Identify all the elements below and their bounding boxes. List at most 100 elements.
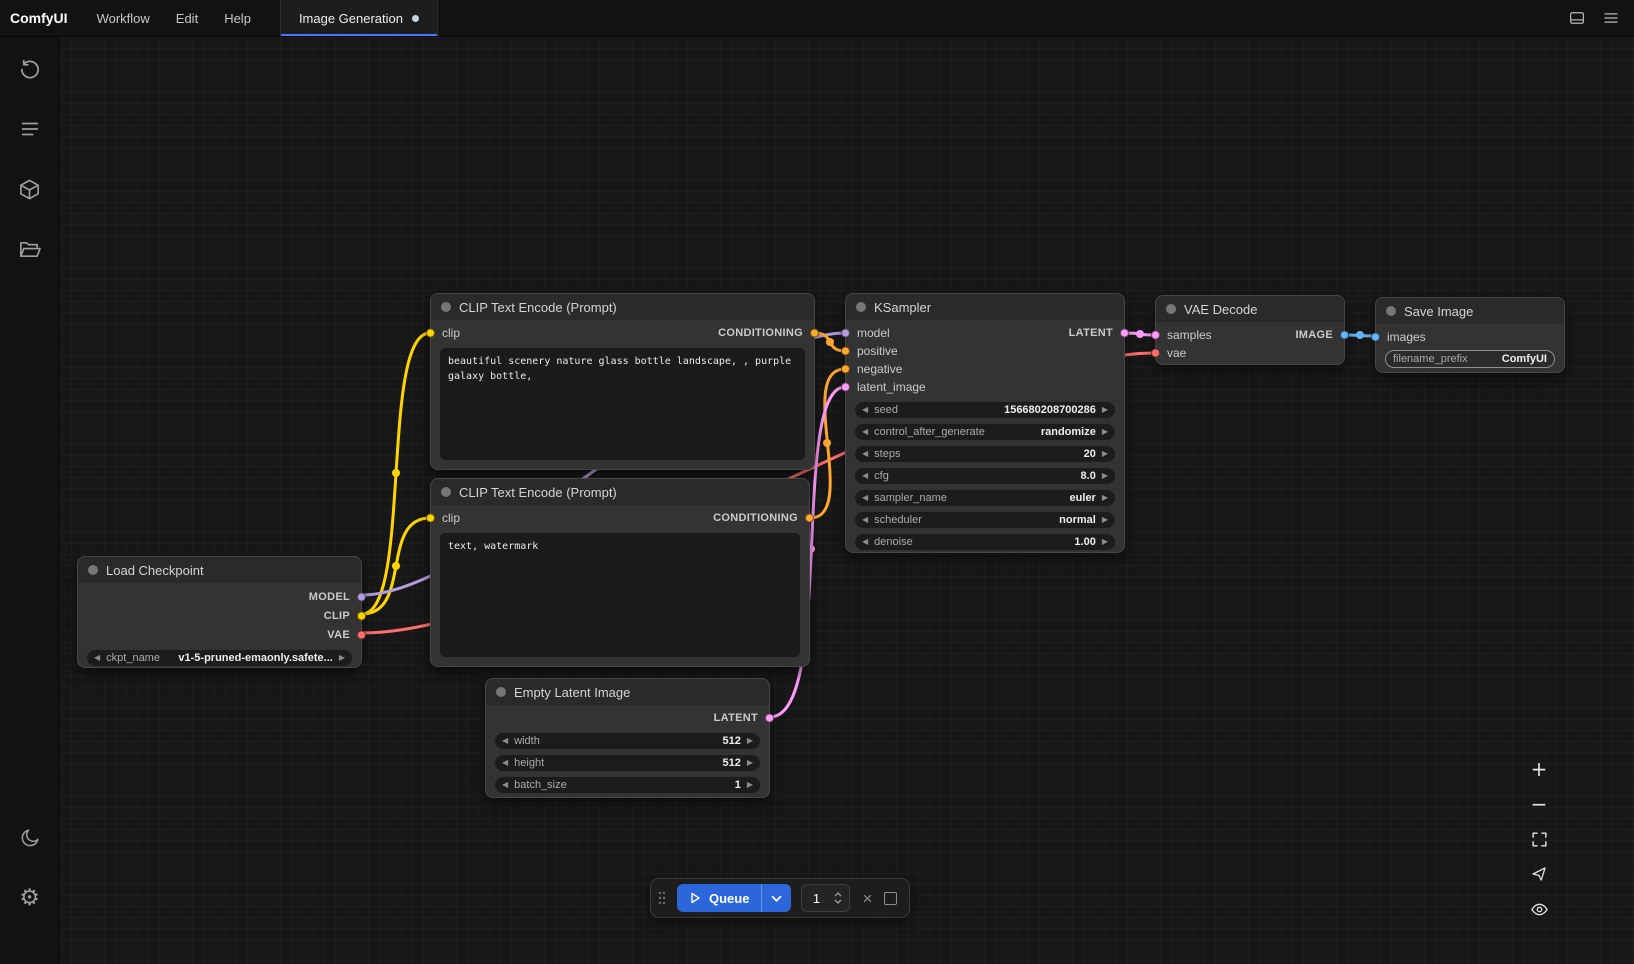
port-conditioning-output[interactable] <box>805 514 814 523</box>
decrement-icon[interactable] <box>834 899 842 904</box>
next-value-arrow-icon[interactable]: ▶ <box>1102 516 1108 524</box>
increment-arrow-icon[interactable]: ▶ <box>747 759 753 767</box>
workflows-folder-icon[interactable] <box>12 231 48 267</box>
batch-count-stepper[interactable]: 1 <box>801 884 850 912</box>
decrement-arrow-icon[interactable]: ◀ <box>502 759 508 767</box>
queue-options-caret[interactable] <box>761 884 791 912</box>
prompt-textarea[interactable]: text, watermark <box>440 533 800 657</box>
batch-count-value[interactable]: 1 <box>802 891 830 906</box>
node-header[interactable]: CLIP Text Encode (Prompt) <box>431 479 809 505</box>
widget-denoise[interactable]: ◀ denoise 1.00 ▶ <box>855 534 1115 550</box>
widget-batch-size[interactable]: ◀ batch_size 1 ▶ <box>495 777 760 793</box>
node-header[interactable]: CLIP Text Encode (Prompt) <box>431 294 814 320</box>
node-clip-text-encode-negative[interactable]: CLIP Text Encode (Prompt) clip CONDITION… <box>430 478 810 667</box>
settings-gear-icon[interactable]: ⚙ <box>12 880 48 916</box>
increment-arrow-icon[interactable]: ▶ <box>747 781 753 789</box>
node-header[interactable]: Save Image <box>1376 298 1564 324</box>
port-positive-input[interactable] <box>841 347 850 356</box>
menu-edit[interactable]: Edit <box>163 0 211 36</box>
decrement-arrow-icon[interactable]: ◀ <box>502 737 508 745</box>
queue-icon[interactable] <box>12 111 48 147</box>
widget-filename-prefix[interactable]: filename_prefix ComfyUI <box>1385 350 1555 368</box>
node-header[interactable]: KSampler <box>846 294 1124 320</box>
tab-image-generation[interactable]: Image Generation <box>280 0 438 36</box>
node-header[interactable]: Empty Latent Image <box>486 679 769 705</box>
port-latent-output[interactable] <box>765 714 774 723</box>
history-icon[interactable] <box>12 51 48 87</box>
theme-toggle-moon-icon[interactable] <box>12 820 48 856</box>
node-collapse-dot[interactable] <box>88 565 98 575</box>
port-latent-output[interactable] <box>1120 329 1129 338</box>
hamburger-menu-icon[interactable] <box>1596 3 1626 33</box>
widget-sampler-name[interactable]: ◀ sampler_name euler ▶ <box>855 490 1115 506</box>
next-value-arrow-icon[interactable]: ▶ <box>1102 494 1108 502</box>
drag-handle-icon[interactable] <box>657 889 667 907</box>
port-latent-image-input[interactable] <box>841 383 850 392</box>
node-collapse-dot[interactable] <box>441 302 451 312</box>
port-model-input[interactable] <box>841 329 850 338</box>
node-clip-text-encode-positive[interactable]: CLIP Text Encode (Prompt) clip CONDITION… <box>430 293 815 470</box>
node-collapse-dot[interactable] <box>1166 304 1176 314</box>
node-collapse-dot[interactable] <box>496 687 506 697</box>
prev-value-arrow-icon[interactable]: ◀ <box>862 494 868 502</box>
bottom-panel-toggle-icon[interactable] <box>1562 3 1592 33</box>
prev-value-arrow-icon[interactable]: ◀ <box>94 654 100 662</box>
widget-seed[interactable]: ◀ seed 156680208700286 ▶ <box>855 402 1115 418</box>
widget-ckpt-name[interactable]: ◀ ckpt_name v1-5-pruned-emaonly.safete..… <box>87 650 352 666</box>
port-clip-output[interactable] <box>357 611 366 620</box>
menu-help[interactable]: Help <box>211 0 264 36</box>
port-model-output[interactable] <box>357 592 366 601</box>
node-library-icon[interactable] <box>12 171 48 207</box>
port-clip-input[interactable] <box>426 329 435 338</box>
decrement-arrow-icon[interactable]: ◀ <box>862 538 868 546</box>
next-value-arrow-icon[interactable]: ▶ <box>1102 428 1108 436</box>
decrement-arrow-icon[interactable]: ◀ <box>862 472 868 480</box>
widget-width[interactable]: ◀ width 512 ▶ <box>495 733 760 749</box>
node-vae-decode[interactable]: VAE Decode samples IMAGE vae <box>1155 295 1345 365</box>
decrement-arrow-icon[interactable]: ◀ <box>862 406 868 414</box>
prompt-textarea[interactable]: beautiful scenery nature glass bottle la… <box>440 348 805 460</box>
decrement-arrow-icon[interactable]: ◀ <box>502 781 508 789</box>
increment-arrow-icon[interactable]: ▶ <box>1102 472 1108 480</box>
port-clip-input[interactable] <box>426 514 435 523</box>
stop-icon[interactable] <box>884 892 897 905</box>
select-mode-cursor-icon[interactable] <box>1528 863 1550 885</box>
node-collapse-dot[interactable] <box>856 302 866 312</box>
port-vae-input[interactable] <box>1151 349 1160 358</box>
increment-icon[interactable] <box>834 892 842 897</box>
port-image-output[interactable] <box>1340 331 1349 340</box>
prev-value-arrow-icon[interactable]: ◀ <box>862 428 868 436</box>
widget-scheduler[interactable]: ◀ scheduler normal ▶ <box>855 512 1115 528</box>
node-header[interactable]: Load Checkpoint <box>78 557 361 583</box>
zoom-in-icon[interactable]: + <box>1528 758 1550 780</box>
node-collapse-dot[interactable] <box>1386 306 1396 316</box>
toggle-visibility-eye-icon[interactable] <box>1528 898 1550 920</box>
node-header[interactable]: VAE Decode <box>1156 296 1344 322</box>
widget-cfg[interactable]: ◀ cfg 8.0 ▶ <box>855 468 1115 484</box>
node-collapse-dot[interactable] <box>441 487 451 497</box>
menu-workflow[interactable]: Workflow <box>84 0 163 36</box>
port-samples-input[interactable] <box>1151 331 1160 340</box>
prev-value-arrow-icon[interactable]: ◀ <box>862 516 868 524</box>
port-images-input[interactable] <box>1371 333 1380 342</box>
widget-height[interactable]: ◀ height 512 ▶ <box>495 755 760 771</box>
increment-arrow-icon[interactable]: ▶ <box>747 737 753 745</box>
increment-arrow-icon[interactable]: ▶ <box>1102 406 1108 414</box>
increment-arrow-icon[interactable]: ▶ <box>1102 538 1108 546</box>
port-negative-input[interactable] <box>841 365 850 374</box>
clear-queue-icon[interactable]: × <box>860 890 874 907</box>
node-load-checkpoint[interactable]: Load Checkpoint MODEL CLIP VAE ◀ ckpt_na… <box>77 556 362 668</box>
decrement-arrow-icon[interactable]: ◀ <box>862 450 868 458</box>
port-conditioning-output[interactable] <box>810 329 819 338</box>
node-empty-latent-image[interactable]: Empty Latent Image LATENT ◀ width 512 ▶ … <box>485 678 770 798</box>
node-save-image[interactable]: Save Image images filename_prefix ComfyU… <box>1375 297 1565 373</box>
node-graph-canvas[interactable]: Load Checkpoint MODEL CLIP VAE ◀ ckpt_na… <box>60 37 1634 964</box>
next-value-arrow-icon[interactable]: ▶ <box>339 654 345 662</box>
port-vae-output[interactable] <box>357 630 366 639</box>
widget-steps[interactable]: ◀ steps 20 ▶ <box>855 446 1115 462</box>
fit-view-icon[interactable] <box>1528 828 1550 850</box>
widget-control-after-generate[interactable]: ◀ control_after_generate randomize ▶ <box>855 424 1115 440</box>
increment-arrow-icon[interactable]: ▶ <box>1102 450 1108 458</box>
zoom-out-icon[interactable]: − <box>1528 793 1550 815</box>
node-ksampler[interactable]: KSampler model LATENT positive negative … <box>845 293 1125 553</box>
